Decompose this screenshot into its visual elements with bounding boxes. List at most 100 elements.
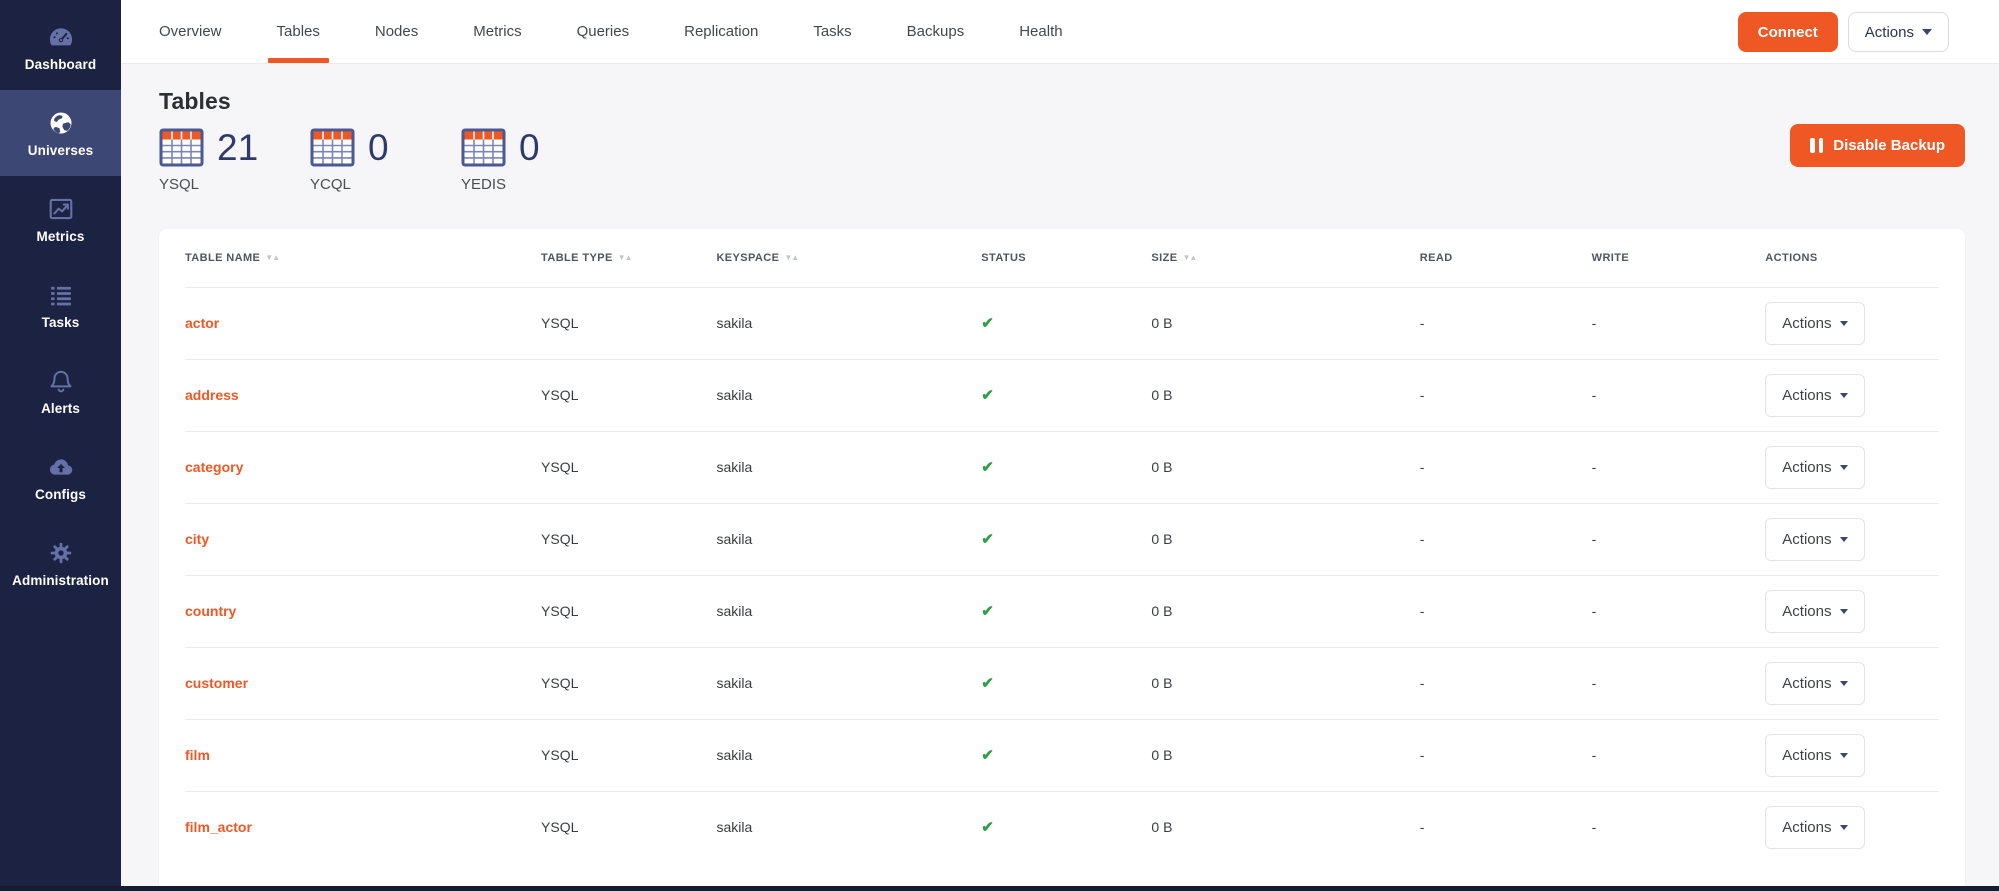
cell-table-type: YSQL: [541, 431, 716, 503]
sidebar-item-alerts[interactable]: Alerts: [0, 348, 121, 434]
tab-tasks[interactable]: Tasks: [809, 0, 855, 63]
sidebar-item-configs[interactable]: Configs: [0, 434, 121, 520]
sidebar-item-universes[interactable]: Universes: [0, 90, 121, 176]
row-actions-label: Actions: [1782, 747, 1831, 764]
page-title: Tables: [159, 88, 1965, 115]
disable-backup-button[interactable]: Disable Backup: [1790, 124, 1965, 167]
pause-icon: [1810, 138, 1823, 153]
table-grid-icon: [461, 128, 506, 167]
row-actions-label: Actions: [1782, 387, 1831, 404]
column-header-table-name[interactable]: Table Name▼▲: [185, 229, 541, 287]
table-row: categoryYSQLsakila✔0 B--Actions: [185, 431, 1939, 503]
table-count-value: 0: [519, 129, 540, 166]
row-actions-button[interactable]: Actions: [1765, 374, 1864, 417]
chevron-down-icon: [1840, 753, 1848, 758]
cell-table-type: YSQL: [541, 791, 716, 863]
cell-table-type: YSQL: [541, 647, 716, 719]
universe-actions-button[interactable]: Actions: [1848, 12, 1949, 52]
cell-write: -: [1592, 575, 1766, 647]
table-name-link[interactable]: film_actor: [185, 819, 252, 835]
tab-overview[interactable]: Overview: [155, 0, 226, 63]
table-grid-icon: [159, 128, 204, 167]
sidebar-item-dashboard[interactable]: Dashboard: [0, 4, 121, 90]
status-success-check-icon: ✔: [981, 747, 994, 764]
row-actions-label: Actions: [1782, 819, 1831, 836]
row-actions-button[interactable]: Actions: [1765, 518, 1864, 561]
sidebar-item-administration[interactable]: Administration: [0, 520, 121, 606]
row-actions-button[interactable]: Actions: [1765, 446, 1864, 489]
table-count-ysql: 21 YSQL: [159, 128, 310, 193]
tab-health[interactable]: Health: [1015, 0, 1066, 63]
table-count-ycql: 0YCQL: [310, 128, 461, 193]
disable-backup-label: Disable Backup: [1833, 137, 1945, 154]
table-counts: 21 YSQL0YCQL 0 YEDIS: [159, 128, 612, 193]
tab-replication[interactable]: Replication: [680, 0, 762, 63]
universe-actions-label: Actions: [1865, 24, 1914, 41]
sort-icon[interactable]: ▼▲: [265, 253, 279, 262]
row-actions-label: Actions: [1782, 675, 1831, 692]
row-actions-button[interactable]: Actions: [1765, 734, 1864, 777]
cell-write: -: [1592, 287, 1766, 359]
cell-write: -: [1592, 431, 1766, 503]
table-count-label: YSQL: [159, 176, 310, 193]
cell-read: -: [1420, 719, 1592, 791]
connect-button[interactable]: Connect: [1738, 12, 1838, 52]
row-actions-button[interactable]: Actions: [1765, 590, 1864, 633]
row-actions-button[interactable]: Actions: [1765, 662, 1864, 705]
cell-write: -: [1592, 791, 1766, 863]
tables-card: Table Name▼▲Table Type▼▲Keyspace▼▲Status…: [159, 229, 1965, 891]
cell-size: 0 B: [1151, 287, 1419, 359]
cell-table-type: YSQL: [541, 287, 716, 359]
table-name-link[interactable]: customer: [185, 675, 248, 691]
cell-read: -: [1420, 503, 1592, 575]
sort-icon[interactable]: ▼▲: [618, 253, 632, 262]
table-count-value: 21: [217, 129, 258, 166]
sort-icon[interactable]: ▼▲: [1182, 253, 1196, 262]
tab-queries[interactable]: Queries: [573, 0, 634, 63]
cell-keyspace: sakila: [716, 503, 981, 575]
cell-write: -: [1592, 503, 1766, 575]
sidebar-item-label: Tasks: [42, 315, 80, 330]
table-grid-icon: [310, 128, 355, 167]
sidebar-item-metrics[interactable]: Metrics: [0, 176, 121, 262]
cell-actions: Actions: [1765, 359, 1939, 431]
tab-tables[interactable]: Tables: [273, 0, 324, 63]
topnav-actions: Connect Actions: [1738, 12, 1949, 52]
row-actions-label: Actions: [1782, 531, 1831, 548]
cell-size: 0 B: [1151, 431, 1419, 503]
table-row: film_actorYSQLsakila✔0 B--Actions: [185, 791, 1939, 863]
tab-metrics[interactable]: Metrics: [469, 0, 525, 63]
sidebar-item-label: Metrics: [37, 229, 85, 244]
cell-table-name: address: [185, 359, 541, 431]
tab-backups[interactable]: Backups: [903, 0, 969, 63]
cell-table-type: YSQL: [541, 359, 716, 431]
cell-table-name: film_actor: [185, 791, 541, 863]
table-name-link[interactable]: address: [185, 387, 239, 403]
tab-nodes[interactable]: Nodes: [371, 0, 422, 63]
table-name-link[interactable]: city: [185, 531, 209, 547]
table-name-link[interactable]: film: [185, 747, 210, 763]
universes-globe-icon: [47, 109, 75, 137]
row-actions-button[interactable]: Actions: [1765, 302, 1864, 345]
column-header-table-type[interactable]: Table Type▼▲: [541, 229, 716, 287]
table-count-label: YEDIS: [461, 176, 612, 193]
column-header-keyspace[interactable]: Keyspace▼▲: [716, 229, 981, 287]
tasks-list-icon: [47, 281, 75, 309]
cell-status: ✔: [981, 647, 1151, 719]
cell-status: ✔: [981, 359, 1151, 431]
table-name-link[interactable]: category: [185, 459, 243, 475]
table-name-link[interactable]: country: [185, 603, 236, 619]
table-name-link[interactable]: actor: [185, 315, 219, 331]
table-count-label: YCQL: [310, 176, 461, 193]
sidebar-item-label: Universes: [28, 143, 93, 158]
cell-size: 0 B: [1151, 575, 1419, 647]
cell-table-name: customer: [185, 647, 541, 719]
row-actions-button[interactable]: Actions: [1765, 806, 1864, 849]
cell-keyspace: sakila: [716, 575, 981, 647]
table-row: customerYSQLsakila✔0 B--Actions: [185, 647, 1939, 719]
sidebar-item-tasks[interactable]: Tasks: [0, 262, 121, 348]
cell-keyspace: sakila: [716, 719, 981, 791]
column-header-size[interactable]: Size▼▲: [1151, 229, 1419, 287]
administration-gear-icon: [47, 539, 75, 567]
sort-icon[interactable]: ▼▲: [784, 253, 798, 262]
